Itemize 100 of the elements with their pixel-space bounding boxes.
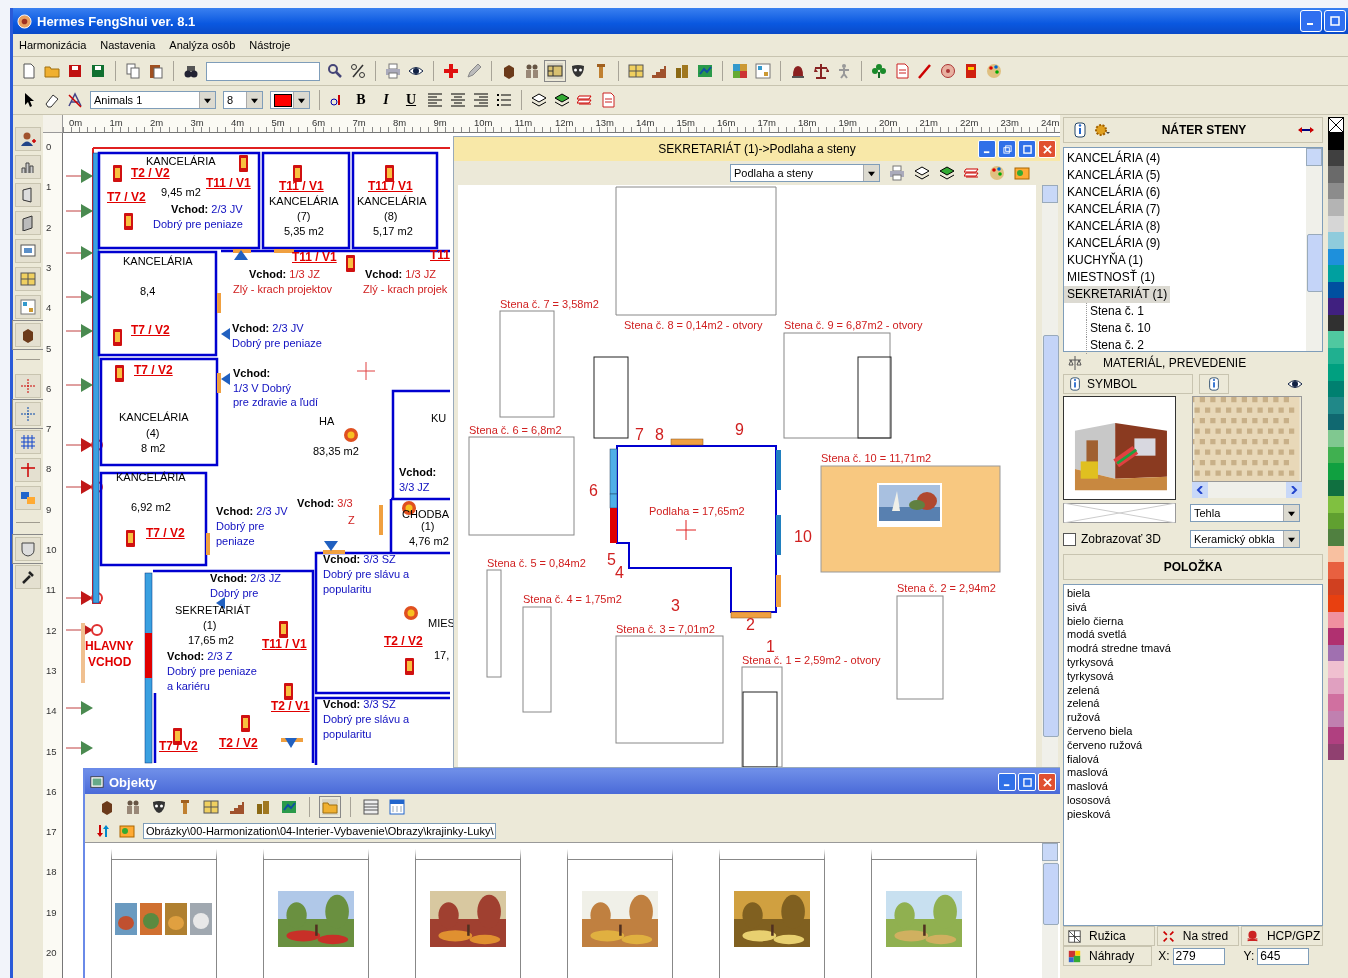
ruler-label: 0: [46, 141, 52, 152]
entrance-note: Vchod: 3/3 SZ: [323, 552, 396, 566]
coordinate-label: X:: [1158, 949, 1170, 963]
tree-item[interactable]: Stena č. 1: [1086, 303, 1148, 320]
tree-item[interactable]: MIESTNOSŤ (1): [1064, 269, 1158, 286]
entrance-note: pre zdravie a ľudí: [233, 395, 319, 409]
tree-item[interactable]: KANCELÁRIA (9): [1064, 235, 1164, 252]
symbol-tag: T7 / V2: [131, 323, 170, 337]
wall-number: 2: [746, 616, 755, 634]
list-item[interactable]: biela: [1067, 587, 1091, 601]
room-label: (1): [421, 519, 435, 533]
ruler-label: 11: [46, 584, 56, 596]
ruler-label: 13m: [595, 117, 614, 128]
tree-item[interactable]: KANCELÁRIA (5): [1064, 167, 1164, 184]
center-button[interactable]: Na stred: [1156, 926, 1239, 946]
wall-label: Stena č. 10 = 11,71m2: [821, 451, 932, 465]
entrance-note: 1/3 V Dobrý: [233, 381, 292, 395]
room-label: KANCELÁRIA: [119, 410, 189, 424]
ruler-label: 6m: [312, 117, 326, 128]
entrance-note: Vchod: 3/3: [297, 496, 353, 510]
y-coordinate-field[interactable]: 645: [1257, 947, 1310, 965]
hcp-button[interactable]: HCP/GPZ: [1240, 926, 1323, 946]
list-item[interactable]: tyrkysová: [1067, 656, 1114, 670]
wall-number: 5: [607, 551, 616, 568]
list-item[interactable]: červeno biela: [1067, 724, 1133, 739]
menu-item[interactable]: Nastavenia: [100, 39, 156, 51]
wall-number: 3: [671, 597, 680, 615]
ruler-label: 1: [46, 181, 52, 193]
ruler-label: 12: [46, 624, 57, 636]
list-item[interactable]: modá svetlá: [1067, 628, 1127, 643]
room-label: 8,4: [140, 284, 156, 298]
menu-item[interactable]: Analýza osôb: [169, 39, 236, 51]
wall-label: Stena č. 8 = 0,14m2 - otvory: [624, 318, 763, 332]
tree-item[interactable]: SEKRETARIÁT (1): [1064, 286, 1171, 303]
list-item[interactable]: fialová: [1067, 752, 1099, 767]
symbol-tag: T11 / V1: [206, 176, 251, 190]
symbol-tag: T2 / V2: [219, 736, 258, 750]
room-label: SEKRETARIÁT: [175, 603, 251, 617]
format-button[interactable]: U: [402, 92, 420, 108]
ruler-label: 4: [46, 302, 52, 314]
room-label: 5,35 m2: [284, 224, 324, 238]
replace-button[interactable]: Náhrady: [1063, 946, 1153, 966]
x-coordinate-field[interactable]: 279: [1172, 947, 1225, 965]
wall-number: 9: [735, 421, 744, 439]
entrance-note: Vchod:: [233, 366, 271, 380]
list-item[interactable]: lososová: [1067, 793, 1111, 808]
list-item[interactable]: maslová: [1067, 780, 1108, 794]
finish-dropdown[interactable]: Keramický obkla: [1190, 530, 1300, 548]
list-item[interactable]: ružová: [1067, 711, 1101, 725]
room-label: KANCELÁRIA: [146, 154, 216, 168]
wall-label: Stena č. 9 = 6,87m2 - otvory: [784, 318, 923, 332]
entrance-note: a kariéru: [167, 679, 210, 693]
tree-item[interactable]: KANCELÁRIA (6): [1064, 184, 1164, 201]
tree-item[interactable]: KUCHYŇA (1): [1064, 252, 1146, 269]
ruler-label: 14m: [636, 117, 655, 128]
list-item[interactable]: bielo čierna: [1067, 614, 1124, 629]
list-item[interactable]: zelená: [1067, 697, 1100, 712]
ruler-label: 5: [46, 342, 52, 354]
room-label: 9,45 m2: [161, 185, 201, 199]
ruler-label: 17: [46, 826, 57, 838]
font-dropdown[interactable]: Animals 1: [90, 91, 216, 109]
tree-item[interactable]: KANCELÁRIA (7): [1064, 201, 1164, 218]
room-label: KANCELÁRIA: [357, 194, 427, 208]
symbol-tag: T7 / V2: [107, 190, 146, 204]
ruler-label: 24m: [1041, 117, 1060, 128]
list-item[interactable]: sivá: [1067, 600, 1087, 615]
list-item[interactable]: tyrkysová: [1067, 669, 1114, 684]
list-item[interactable]: červeno ružová: [1067, 738, 1143, 753]
material-dropdown[interactable]: Tehla: [1190, 504, 1300, 522]
path-field[interactable]: Obrázky\00-Harmonization\04-Interier-Vybavenie\Obrazy\krajinky-Luky\: [143, 823, 497, 839]
rose-button[interactable]: Ružica: [1063, 926, 1155, 946]
room-label: (4): [146, 426, 160, 440]
ruler-label: 3m: [190, 117, 204, 128]
ruler-label: 16: [46, 785, 57, 797]
entrance-note: Dobrý pre: [210, 586, 259, 600]
view-dropdown[interactable]: Podlaha a steny: [730, 164, 880, 182]
wall-number: 6: [589, 482, 598, 500]
font-size-dropdown[interactable]: 8: [223, 91, 263, 109]
list-item[interactable]: zelená: [1067, 683, 1100, 698]
format-button[interactable]: B: [352, 92, 370, 108]
menu-item[interactable]: Nástroje: [249, 39, 291, 51]
menu-item[interactable]: Harmonizácia: [19, 39, 87, 51]
tree-item[interactable]: KANCELÁRIA (8): [1064, 218, 1164, 235]
tree-item[interactable]: Stena č. 10: [1086, 320, 1154, 337]
format-button[interactable]: I: [377, 92, 395, 108]
section-header: POLOŽKA: [1063, 554, 1323, 580]
symbol-button[interactable]: SYMBOL: [1063, 374, 1193, 394]
ruler-label: 18m: [798, 117, 817, 128]
tree-item[interactable]: KANCELÁRIA (4): [1064, 150, 1164, 167]
ruler-label: 7: [46, 423, 52, 435]
entrance-note: Vchod: 2/3 JZ: [210, 571, 281, 585]
tree-item[interactable]: Stena č. 2: [1086, 337, 1148, 354]
ruler-label: 18: [46, 866, 57, 878]
list-item[interactable]: modrá stredne tmavá: [1067, 642, 1171, 656]
ruler-label: 22m: [960, 117, 979, 128]
list-item[interactable]: maslová: [1067, 766, 1108, 781]
room-label: 4,76 m2: [409, 534, 449, 548]
list-item[interactable]: piesková: [1067, 807, 1111, 822]
symbol-tag: T11 / V1: [279, 179, 324, 193]
ruler-label: 8: [46, 463, 52, 475]
